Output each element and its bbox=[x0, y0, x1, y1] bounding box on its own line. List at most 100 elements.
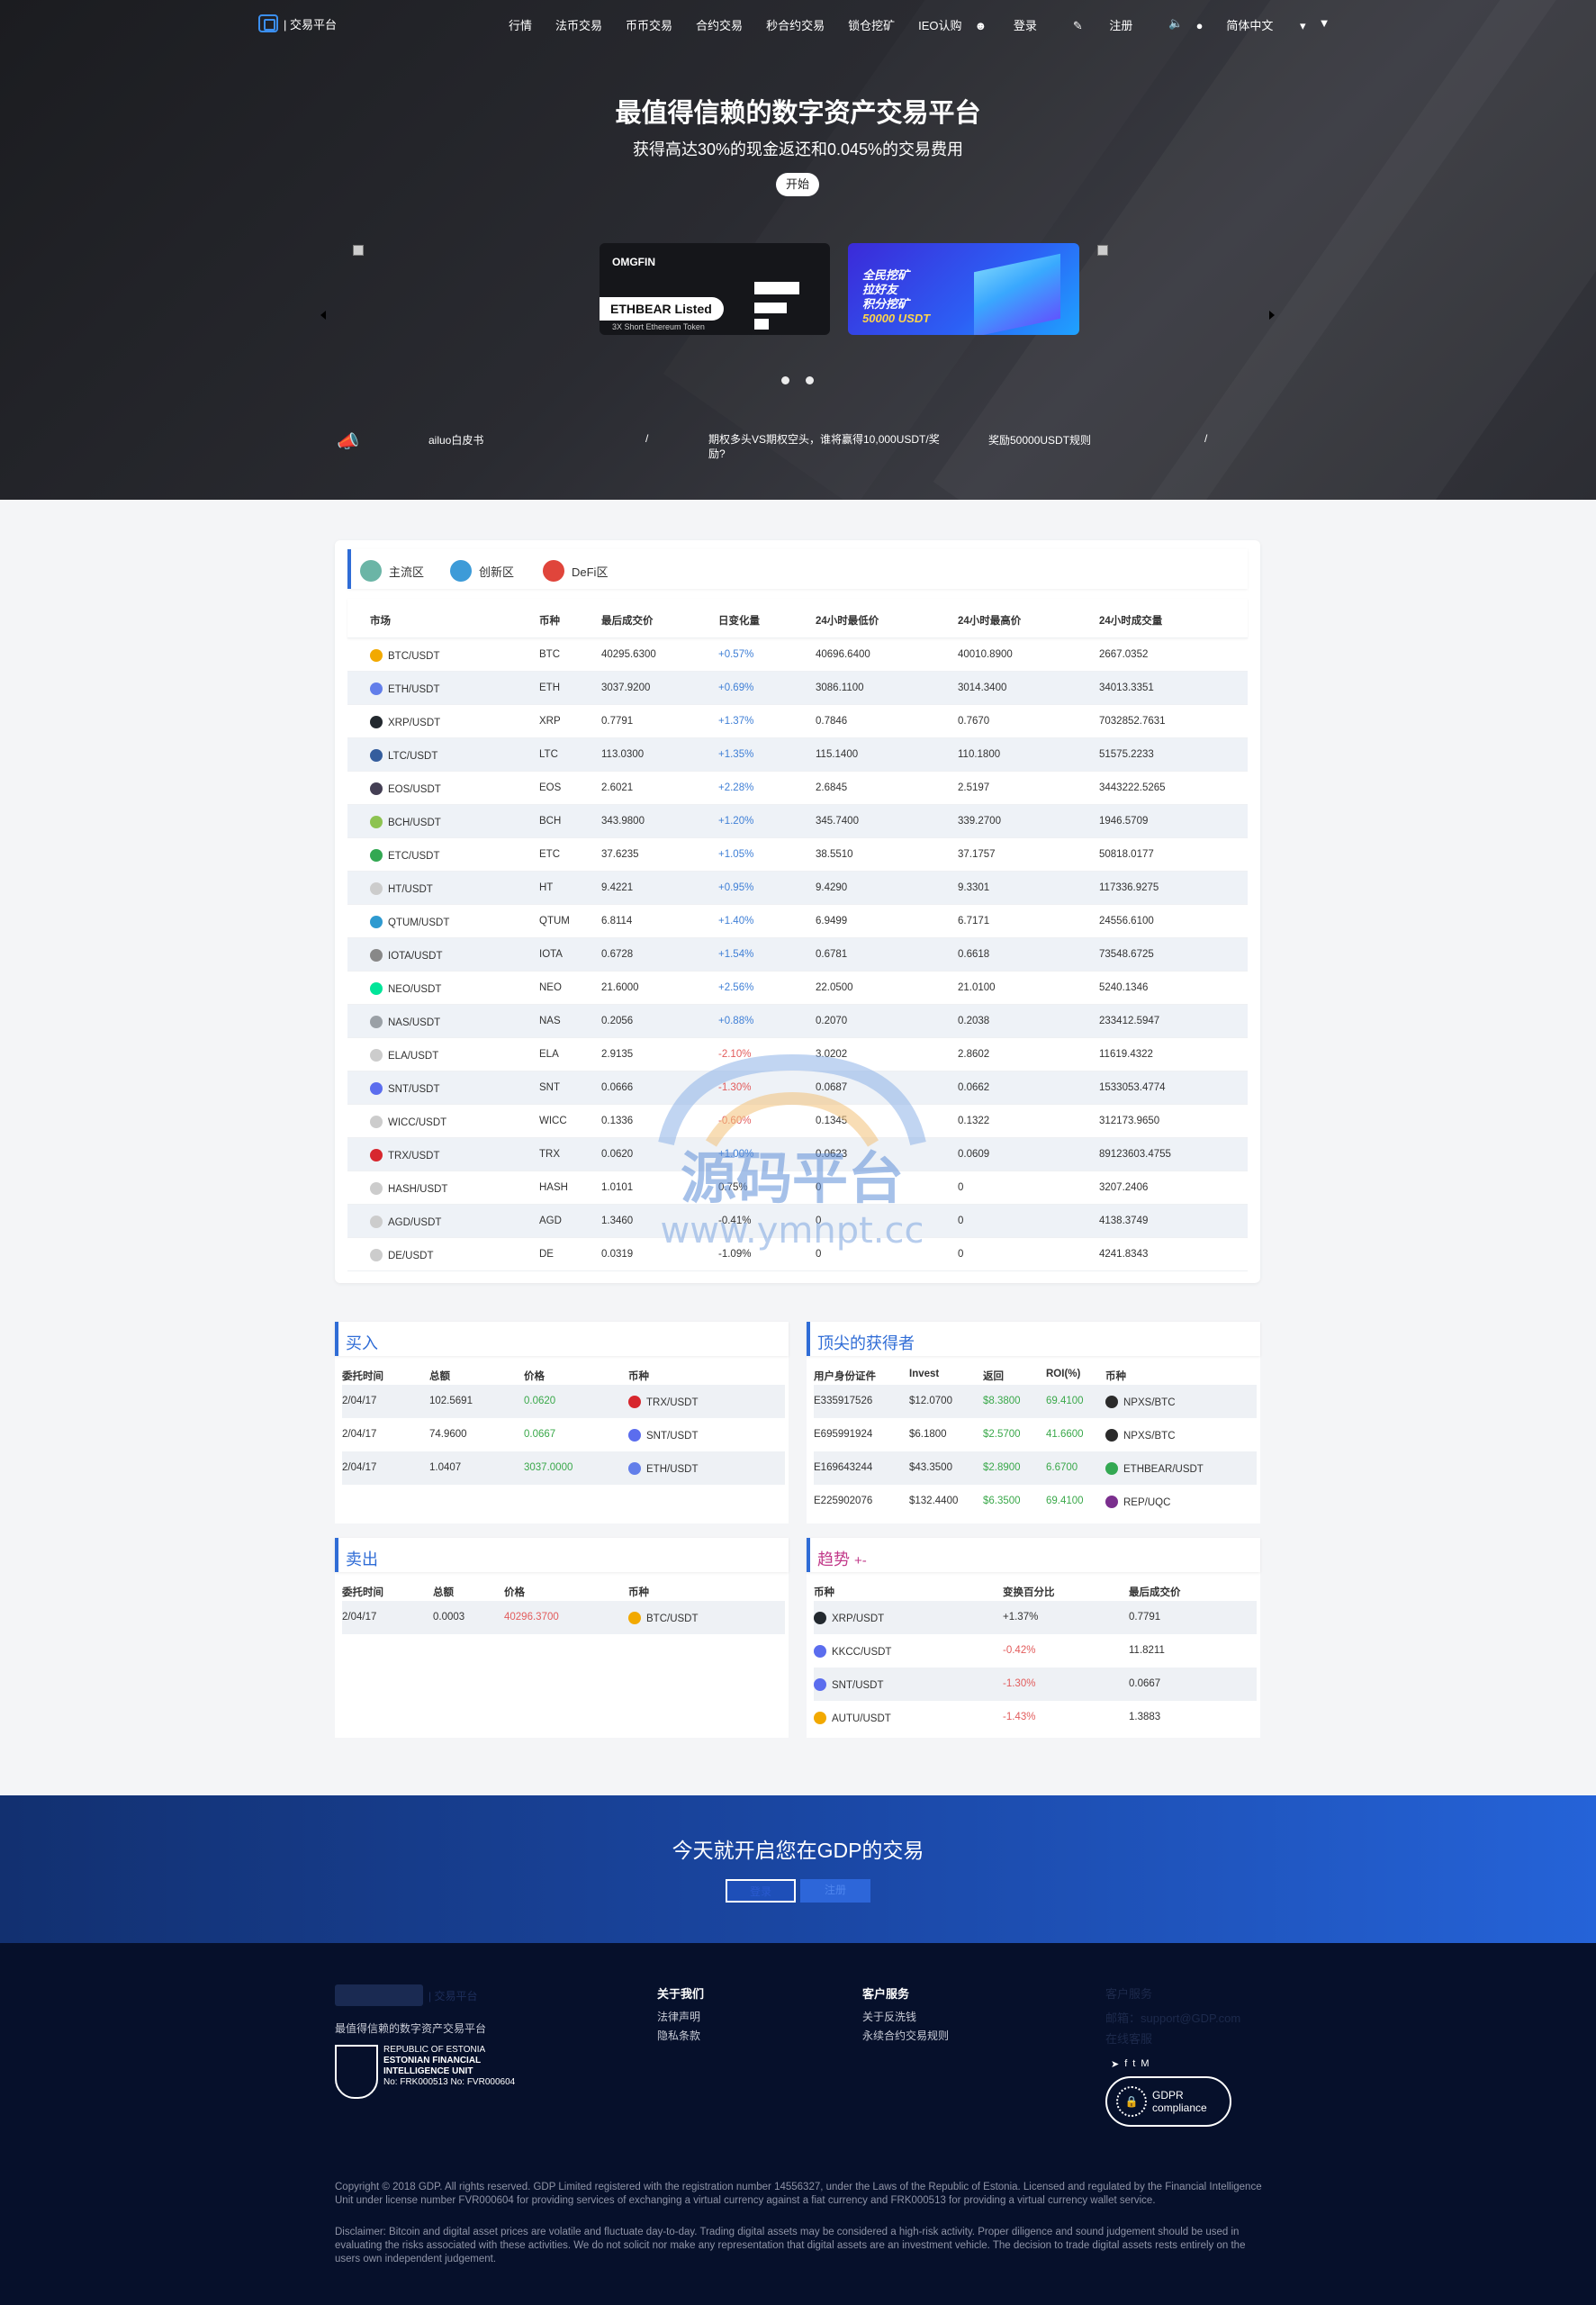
banner-mining[interactable]: 全民挖矿 拉好友 积分挖矿 50000 USDT bbox=[848, 243, 1079, 335]
market-row[interactable]: ETH/USDT ETH 3037.9200 +0.69% 3086.1100 3014.… bbox=[347, 672, 1248, 705]
market-row[interactable]: BCH/USDT BCH 343.9800 +1.20% 345.7400 339.270… bbox=[347, 805, 1248, 838]
speaker-icon[interactable]: 🔈 bbox=[1168, 16, 1183, 33]
notice-separator: / bbox=[1204, 432, 1208, 445]
col-high: 24小时最高价 bbox=[958, 616, 1022, 627]
top-earner-row[interactable]: E225902076 $132.4400 $6.3500 69.4100 REP/UQC bbox=[814, 1485, 1257, 1518]
login-link[interactable]: ☻ 登录 bbox=[975, 16, 1060, 33]
cta-register-button[interactable]: 注册 bbox=[800, 1879, 870, 1903]
language-selector[interactable]: ● 简体中文 ▾ bbox=[1196, 16, 1306, 33]
menu-item-contract[interactable]: 合约交易 bbox=[696, 16, 743, 33]
market-row[interactable]: ETC/USDT ETC 37.6235 +1.05% 38.5510 37.1757 50… bbox=[347, 838, 1248, 872]
footer-link[interactable]: 关于反洗钱 bbox=[862, 2009, 949, 2024]
market-pair-text: IOTA/USDT bbox=[388, 951, 443, 962]
tab-mainstream[interactable]: 主流区 bbox=[360, 560, 424, 582]
coin-icon bbox=[370, 1116, 383, 1128]
market-high: 110.1800 bbox=[958, 749, 1001, 760]
market-row[interactable]: AGD/USDT AGD 1.3460 -0.41% 0 0 4138.3749 bbox=[347, 1205, 1248, 1238]
market-row[interactable]: XRP/USDT XRP 0.7791 +1.37% 0.7846 0.7670 70328… bbox=[347, 705, 1248, 738]
market-low: 0.0687 bbox=[816, 1082, 848, 1093]
menu-item-market[interactable]: 行情 bbox=[509, 16, 532, 33]
footer-email[interactable]: 邮箱：support@GDP.com bbox=[1105, 2009, 1240, 2026]
start-button[interactable]: 开始 bbox=[776, 173, 819, 196]
trend-price: 0.7791 bbox=[1129, 1612, 1161, 1623]
carousel-dot[interactable] bbox=[781, 376, 789, 384]
market-row[interactable]: SNT/USDT SNT 0.0666 -1.30% 0.0687 0.0662 15330… bbox=[347, 1071, 1248, 1105]
notice-item[interactable]: ailuo白皮书 bbox=[428, 432, 483, 447]
menu-item-fiat[interactable]: 法币交易 bbox=[555, 16, 602, 33]
footer-link[interactable]: 隐私条款 bbox=[657, 2028, 704, 2043]
earner-roi: 6.6700 bbox=[1046, 1462, 1078, 1473]
telegram-icon[interactable]: ➤ bbox=[1111, 2058, 1119, 2070]
footer-online-service[interactable]: 在线客服 bbox=[1105, 2029, 1240, 2047]
footer-link[interactable]: 永续合约交易规则 bbox=[862, 2028, 949, 2043]
market-row[interactable]: HT/USDT HT 9.4221 +0.95% 9.4290 9.3301 117336.… bbox=[347, 872, 1248, 905]
market-low: 0.7846 bbox=[816, 716, 848, 727]
twitter-icon[interactable]: t bbox=[1132, 2058, 1135, 2070]
market-change: +0.95% bbox=[718, 882, 754, 893]
trend-row[interactable]: KKCC/USDT -0.42% 11.8211 bbox=[814, 1634, 1257, 1668]
carousel-next-arrow[interactable] bbox=[1269, 311, 1275, 320]
market-volume: 312173.9650 bbox=[1099, 1116, 1160, 1126]
footer-link[interactable]: 法律声明 bbox=[657, 2009, 704, 2024]
market-row[interactable]: IOTA/USDT IOTA 0.6728 +1.54% 0.6781 0.6618 735… bbox=[347, 938, 1248, 972]
banner-ethbear[interactable]: OMGFIN ETHBEAR Listed 3X Short Ethereum … bbox=[600, 243, 830, 335]
banner-line: 50000 USDT bbox=[862, 312, 931, 325]
carousel-prev-arrow[interactable] bbox=[320, 311, 326, 320]
chevron-down-icon[interactable]: ▼ bbox=[1319, 16, 1330, 33]
buy-row[interactable]: 2/04/17 74.9600 0.0667 SNT/USDT bbox=[342, 1418, 785, 1451]
market-row[interactable]: ELA/USDT ELA 2.9135 -2.10% 3.0202 2.8602 11619… bbox=[347, 1038, 1248, 1071]
carousel-dot[interactable] bbox=[806, 376, 814, 384]
coin-icon bbox=[628, 1612, 641, 1624]
trend-row[interactable]: SNT/USDT -1.30% 0.0667 bbox=[814, 1668, 1257, 1701]
tab-innovation[interactable]: 创新区 bbox=[450, 560, 514, 582]
logo[interactable]: | 交易平台 bbox=[258, 14, 337, 32]
cta-login-button[interactable]: 登录 bbox=[726, 1879, 796, 1903]
trend-price: 0.0667 bbox=[1129, 1678, 1161, 1689]
market-row[interactable]: LTC/USDT LTC 113.0300 +1.35% 115.1400 110.180… bbox=[347, 738, 1248, 772]
buy-row[interactable]: 2/04/17 102.5691 0.0620 TRX/USDT bbox=[342, 1385, 785, 1418]
trend-coin-text: XRP/USDT bbox=[832, 1614, 885, 1624]
footer-contact-title: 客户服务 bbox=[1105, 1987, 1153, 2001]
facebook-icon[interactable]: f bbox=[1124, 2058, 1127, 2070]
coin-icon bbox=[370, 882, 383, 895]
earner-invest: $43.3500 bbox=[909, 1462, 952, 1473]
market-row[interactable]: QTUM/USDT QTUM 6.8114 +1.40% 6.9499 6.7171 245… bbox=[347, 905, 1248, 938]
trend-row[interactable]: AUTU/USDT -1.43% 1.3883 bbox=[814, 1701, 1257, 1734]
market-row[interactable]: DE/USDT DE 0.0319 -1.09% 0 0 4241.8343 bbox=[347, 1238, 1248, 1271]
tab-defi[interactable]: DeFi区 bbox=[543, 560, 608, 582]
market-row[interactable]: TRX/USDT TRX 0.0620 +1.00% 0.0623 0.0609 89123… bbox=[347, 1138, 1248, 1171]
trend-row[interactable]: XRP/USDT +1.37% 0.7791 bbox=[814, 1601, 1257, 1634]
notice-item[interactable]: 期权多头VS期权空头，谁将赢得10,000USDT/奖励? bbox=[708, 432, 942, 461]
buy-row[interactable]: 2/04/17 1.0407 3037.0000 ETH/USDT bbox=[342, 1451, 785, 1485]
earner-return: $2.8900 bbox=[983, 1462, 1021, 1473]
coin-icon bbox=[370, 1149, 383, 1162]
market-high: 40010.8900 bbox=[958, 649, 1013, 660]
menu-item-second-contract[interactable]: 秒合约交易 bbox=[766, 16, 825, 33]
register-link[interactable]: ✎ 注册 bbox=[1073, 16, 1157, 33]
sell-row[interactable]: 2/04/17 0.0003 40296.3700 BTC/USDT bbox=[342, 1601, 785, 1634]
menu-item-spot[interactable]: 币币交易 bbox=[626, 16, 672, 33]
top-earner-row[interactable]: E695991924 $6.1800 $2.5700 41.6600 NPXS/BTC bbox=[814, 1418, 1257, 1451]
top-earner-row[interactable]: E169643244 $43.3500 $2.8900 6.6700 ETHBEAR/U… bbox=[814, 1451, 1257, 1485]
menu-item-ieo[interactable]: IEO认购 bbox=[918, 16, 961, 33]
notice-item[interactable]: 奖励50000USDT规则 bbox=[988, 432, 1091, 447]
buy-coin-text: TRX/USDT bbox=[646, 1397, 699, 1408]
market-high: 0.0609 bbox=[958, 1149, 990, 1160]
market-row[interactable]: EOS/USDT EOS 2.6021 +2.28% 2.6845 2.5197 34432… bbox=[347, 772, 1248, 805]
coin-icon bbox=[628, 1429, 641, 1442]
col-price: 价格 bbox=[524, 1371, 545, 1382]
col-roi: ROI(%) bbox=[1046, 1369, 1081, 1379]
tab-label: DeFi区 bbox=[572, 565, 609, 579]
market-row[interactable]: NAS/USDT NAS 0.2056 +0.88% 0.2070 0.2038 23341… bbox=[347, 1005, 1248, 1038]
top-earner-row[interactable]: E335917526 $12.0700 $8.3800 69.4100 NPXS/BTC bbox=[814, 1385, 1257, 1418]
medium-icon[interactable]: M bbox=[1141, 2058, 1149, 2070]
market-row[interactable]: HASH/USDT HASH 1.0101 0.75% 0 0 3207.2406 bbox=[347, 1171, 1248, 1205]
trend-coin: XRP/USDT bbox=[814, 1612, 884, 1624]
market-row[interactable]: WICC/USDT WICC 0.1336 -0.60% 0.1345 0.1322 312… bbox=[347, 1105, 1248, 1138]
banner-listed: ETHBEAR Listed bbox=[600, 297, 724, 321]
market-row[interactable]: NEO/USDT NEO 21.6000 +2.56% 22.0500 21.0100 52… bbox=[347, 972, 1248, 1005]
market-coin: ETH bbox=[539, 682, 560, 693]
market-row[interactable]: BTC/USDT BTC 40295.6300 +0.57% 40696.6400 400… bbox=[347, 638, 1248, 672]
logo-text: | 交易平台 bbox=[284, 17, 337, 32]
menu-item-staking[interactable]: 锁仓挖矿 bbox=[848, 16, 895, 33]
